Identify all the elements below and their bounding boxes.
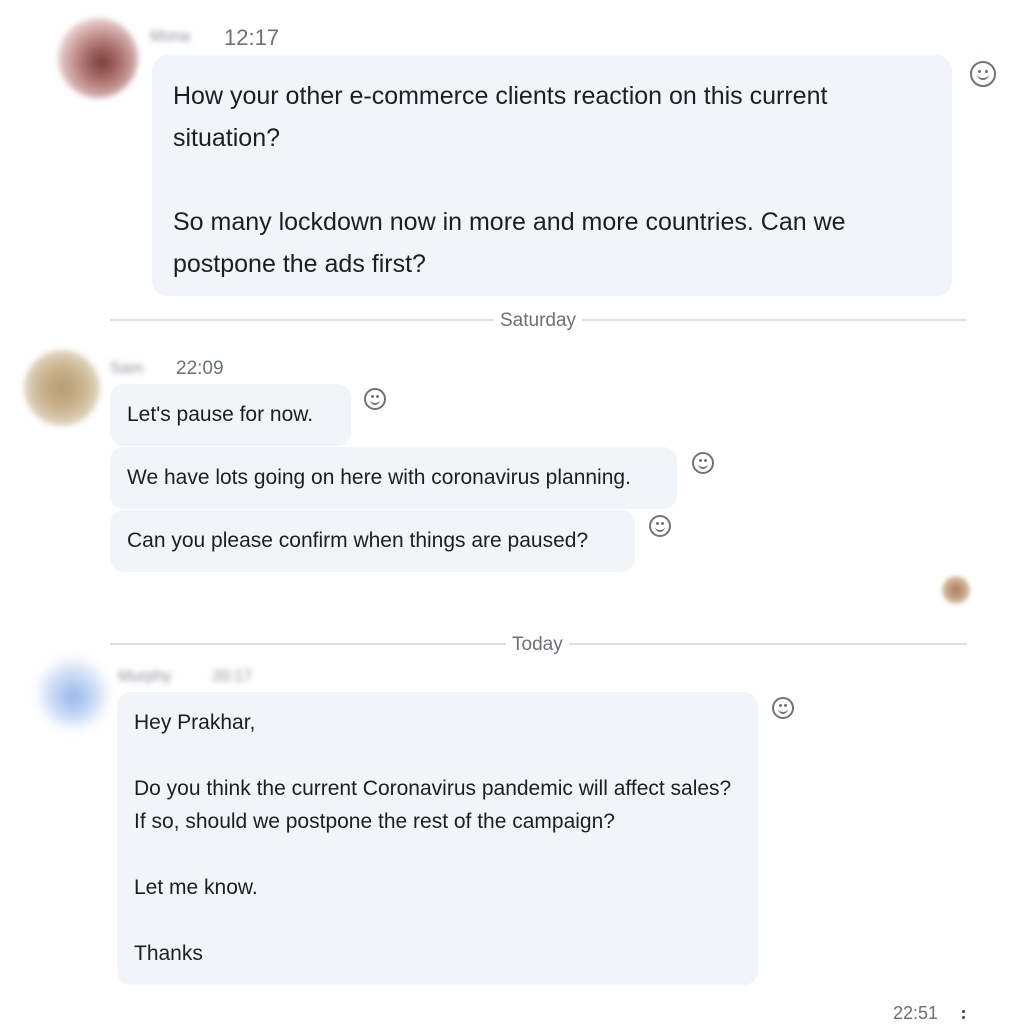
message-bubble[interactable]: Let's pause for now. (110, 384, 351, 446)
avatar[interactable] (24, 350, 100, 426)
message-timestamp: 22:51 (893, 1003, 939, 1023)
message-timestamp: 20:17 (212, 668, 253, 685)
message-bubble[interactable]: We have lots going on here with coronavi… (110, 447, 677, 509)
message-timestamp: 22:09 (176, 358, 224, 379)
message-text-line: So many lockdown now in more and more co… (173, 208, 846, 236)
add-reaction-smiley-icon[interactable] (649, 515, 671, 537)
message-text-line: If so, should we postpone the rest of th… (134, 810, 615, 833)
message-bubble[interactable]: Hey Prakhar, Do you think the current Co… (117, 692, 758, 985)
message-text-line: Hey Prakhar, (134, 711, 256, 734)
message-text-line: Thanks (134, 942, 203, 965)
avatar[interactable] (58, 18, 138, 98)
message-text: We have lots going on here with coronavi… (127, 466, 631, 489)
message-text-line: How your other e-commerce clients reacti… (173, 82, 828, 110)
sender-name: Mona (150, 28, 191, 45)
more-vertical-icon[interactable] (962, 1010, 965, 1022)
message-bubble[interactable]: Can you please confirm when things are p… (110, 510, 635, 572)
sender-name: Sam (110, 360, 143, 377)
add-reaction-smiley-icon[interactable] (692, 452, 714, 474)
date-divider-label: Today (506, 634, 569, 656)
date-divider-label: Saturday (494, 310, 583, 332)
avatar[interactable] (40, 660, 106, 726)
message-text-line: Let me know. (134, 876, 258, 899)
message-text-line: postpone the ads first? (173, 250, 426, 278)
add-reaction-smiley-icon[interactable] (772, 697, 794, 719)
add-reaction-smiley-icon[interactable] (970, 61, 996, 87)
message-text-line: Do you think the current Coronavirus pan… (134, 777, 732, 800)
message-text: Let's pause for now. (127, 403, 314, 426)
message-bubble[interactable]: How your other e-commerce clients reacti… (152, 55, 952, 296)
message-timestamp: 12:17 (224, 25, 280, 50)
message-text: Can you please confirm when things are p… (127, 529, 589, 552)
read-receipt-avatar (942, 576, 970, 604)
add-reaction-smiley-icon[interactable] (364, 388, 386, 410)
message-text-line: situation? (173, 124, 281, 152)
sender-name: Murphy (118, 668, 172, 685)
